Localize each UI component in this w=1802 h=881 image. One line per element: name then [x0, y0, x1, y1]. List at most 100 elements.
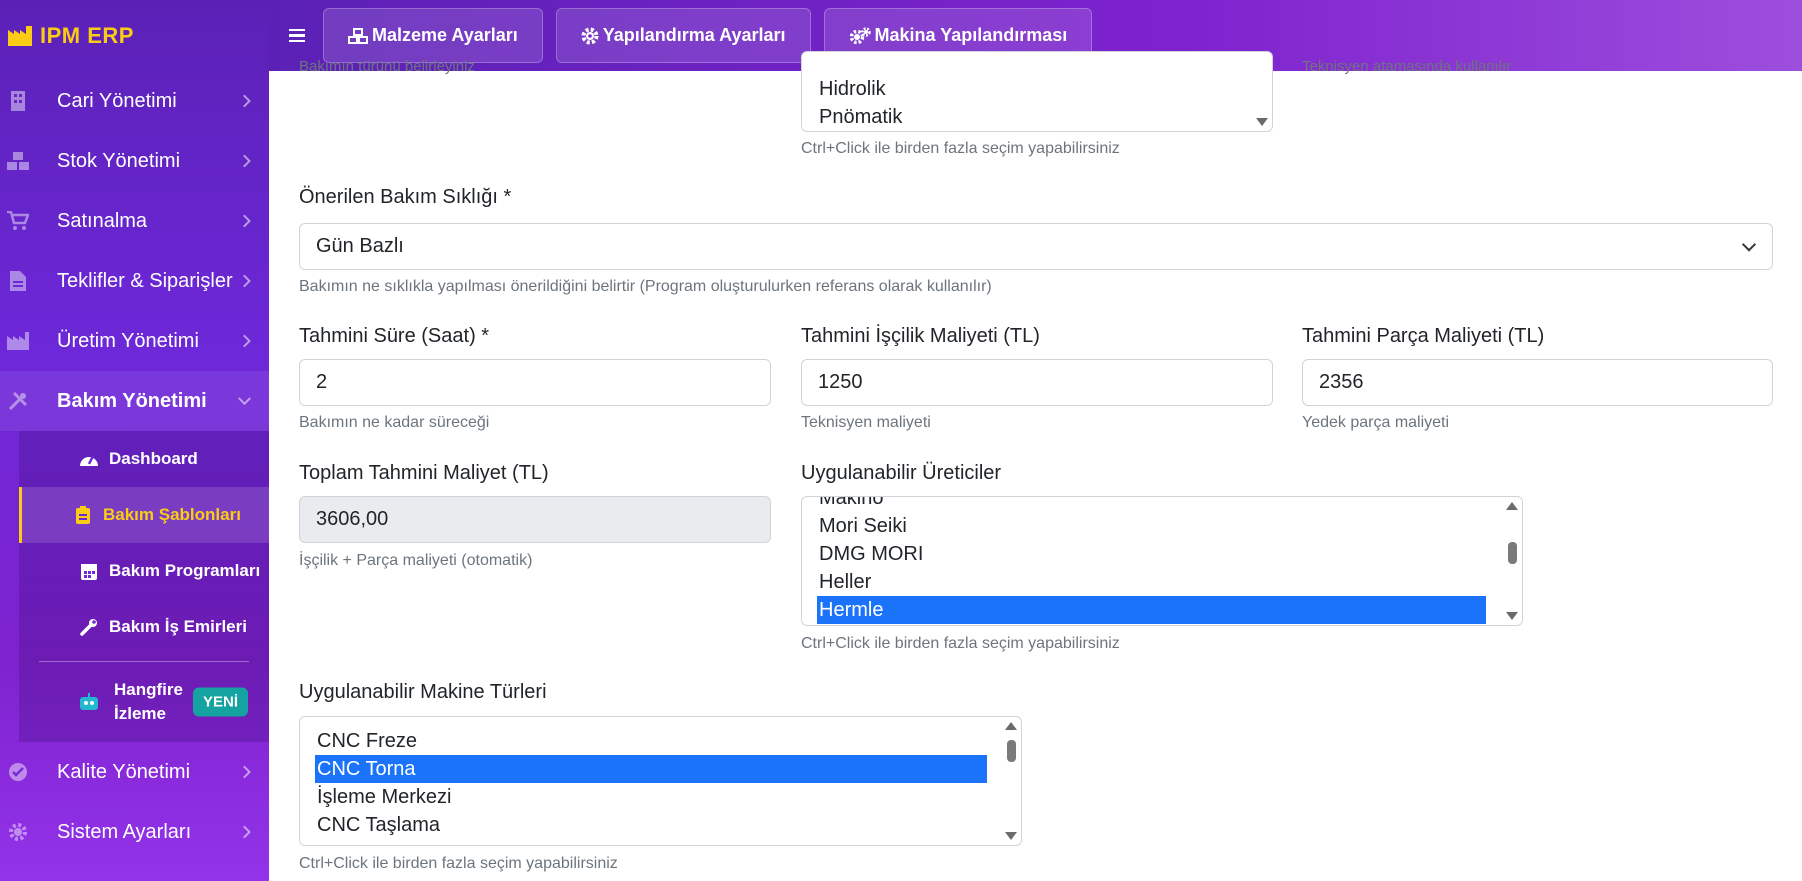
scroll-down-icon[interactable] — [1005, 832, 1017, 840]
listbox-option-selected[interactable]: Hermle — [817, 596, 1486, 624]
brand[interactable]: IPM ERP — [0, 0, 269, 71]
scroll-down-icon[interactable] — [1256, 118, 1268, 126]
iscilik-maliyeti-input[interactable]: 1250 — [801, 359, 1273, 406]
submenu-item-hangfire[interactable]: Hangfire İzleme YENİ — [19, 662, 269, 742]
listbox-option[interactable]: Mori Seiki — [817, 512, 1486, 540]
brand-name: IPM ERP — [40, 22, 134, 48]
sidebar-item-kalite[interactable]: Kalite Yönetimi — [0, 742, 269, 802]
tools-icon — [7, 390, 29, 412]
submenu-item-label: Bakım Şablonları — [103, 505, 241, 524]
makine-turleri-listbox[interactable]: CNC Freze CNC Torna İşleme Merkezi CNC T… — [299, 716, 1022, 846]
building-icon — [7, 90, 29, 112]
input-value: 2356 — [1319, 371, 1364, 393]
scroll-up-icon[interactable] — [1005, 722, 1017, 730]
listbox-option[interactable]: CNC Freze — [315, 727, 987, 755]
toplam-maliyet-help: İşçilik + Parça maliyeti (otomatik) — [299, 552, 533, 569]
sidebar: IPM ERP Cari Yönetimi Stok Yönetimi Satı… — [0, 0, 269, 881]
makine-turleri-label: Uygulanabilir Makine Türleri — [299, 681, 547, 703]
scroll-up-icon[interactable] — [1506, 502, 1518, 510]
sidebar-item-label: Teklifler & Siparişler — [57, 269, 233, 292]
sidebar-item-satinalma[interactable]: Satınalma — [0, 191, 269, 251]
bakim-turleri-help: Ctrl+Click ile birden fazla seçim yapabi… — [801, 140, 1120, 157]
scroll-down-icon[interactable] — [1506, 612, 1518, 620]
chevron-down-icon — [238, 392, 251, 406]
sidebar-item-label: Satınalma — [57, 209, 148, 232]
bakim-sikligi-select[interactable]: Gün Bazlı — [299, 223, 1773, 270]
chevron-right-icon — [238, 765, 251, 779]
tahmini-sure-input[interactable]: 2 — [299, 359, 771, 406]
listbox-option-selected[interactable]: CNC Torna — [315, 755, 987, 783]
sidebar-item-teklifler[interactable]: Teklifler & Siparişler — [0, 251, 269, 311]
button-label: Malzeme Ayarları — [372, 25, 518, 45]
new-badge: YENİ — [192, 687, 248, 717]
robot-icon — [78, 691, 100, 713]
parca-maliyeti-label: Tahmini Parça Maliyeti (TL) — [1302, 325, 1545, 347]
bakim-turleri-listbox[interactable]: Hidrolik Pnömatik — [801, 51, 1273, 132]
submenu-item-bakim-sablonlari[interactable]: Bakım Şablonları — [19, 487, 269, 543]
check-circle-icon — [7, 761, 29, 783]
clipboard-icon — [73, 505, 93, 525]
ureticiler-help: Ctrl+Click ile birden fazla seçim yapabi… — [801, 635, 1120, 652]
sidebar-item-label: Sistem Ayarları — [57, 820, 192, 843]
sidebar-item-sistem[interactable]: Sistem Ayarları — [0, 802, 269, 862]
chevron-right-icon — [238, 334, 251, 348]
listbox-option[interactable]: İşleme Merkezi — [315, 783, 987, 811]
chevron-right-icon — [238, 94, 251, 108]
button-label: Yapılandırma Ayarları — [602, 25, 786, 45]
submenu-item-bakim-programlari[interactable]: Bakım Programları — [19, 543, 269, 599]
toplam-maliyet-input: 3606,00 — [299, 496, 771, 543]
sidebar-item-uretim[interactable]: Üretim Yönetimi — [0, 311, 269, 371]
submenu-item-dashboard[interactable]: Dashboard — [19, 431, 269, 487]
iscilik-maliyeti-help: Teknisyen maliyeti — [801, 414, 931, 431]
cubes-icon — [348, 27, 368, 44]
teknisyen-help-cut: Teknisyen atamasında kullanılır — [1302, 58, 1512, 75]
bakim-sikligi-help: Bakımın ne sıklıkla yapılması önerildiği… — [299, 278, 992, 295]
bakim-sikligi-label: Önerilen Bakım Sıklığı * — [299, 186, 512, 208]
malzeme-ayarlari-button[interactable]: Malzeme Ayarları — [323, 8, 543, 63]
makine-turleri-help: Ctrl+Click ile birden fazla seçim yapabi… — [299, 855, 618, 872]
wrench-icon — [79, 617, 99, 637]
iscilik-maliyeti-label: Tahmini İşçilik Maliyeti (TL) — [801, 325, 1040, 347]
listbox-option[interactable]: Heller — [817, 568, 1486, 596]
button-label: Makina Yapılandırması — [874, 25, 1068, 45]
select-value: Gün Bazlı — [316, 235, 404, 257]
listbox-option[interactable]: Pnömatik — [817, 103, 902, 131]
hamburger-menu-icon[interactable] — [279, 28, 315, 43]
chevron-right-icon — [238, 214, 251, 228]
chevron-right-icon — [238, 825, 251, 839]
yapilandirma-ayarlari-button[interactable]: Yapılandırma Ayarları — [555, 8, 811, 63]
listbox-option[interactable]: Hidrolik — [817, 75, 886, 103]
chevron-right-icon — [238, 154, 251, 168]
scrollbar-thumb[interactable] — [1007, 740, 1016, 762]
sidebar-item-stok[interactable]: Stok Yönetimi — [0, 131, 269, 191]
submenu-item-label: Dashboard — [109, 449, 198, 468]
bakim-turu-help-cut: Bakımın türünü belirleyiniz — [299, 58, 475, 75]
parca-maliyeti-help: Yedek parça maliyeti — [1302, 414, 1450, 431]
file-invoice-icon — [7, 270, 29, 292]
sidebar-item-cari[interactable]: Cari Yönetimi — [0, 71, 269, 131]
gear-icon — [581, 27, 599, 44]
cart-icon — [7, 210, 29, 232]
parca-maliyeti-input[interactable]: 2356 — [1302, 359, 1773, 406]
sidebar-item-label: Stok Yönetimi — [57, 149, 181, 172]
listbox-option[interactable]: Makino — [817, 497, 1486, 512]
industry-icon — [7, 330, 29, 352]
boxes-icon — [7, 150, 29, 172]
calendar-icon — [79, 561, 99, 581]
input-value: 3606,00 — [316, 508, 389, 530]
ureticiler-label: Uygulanabilir Üreticiler — [801, 462, 1002, 484]
gears-icon — [849, 26, 871, 44]
listbox-option[interactable]: DMG MORI — [817, 540, 1486, 568]
submenu-item-bakim-is-emirleri[interactable]: Bakım İş Emirleri — [19, 599, 269, 655]
sidebar-item-label: Bakım Yönetimi — [57, 389, 207, 412]
sidebar-item-label: Üretim Yönetimi — [57, 329, 199, 352]
toplam-maliyet-label: Toplam Tahmini Maliyet (TL) — [299, 462, 549, 484]
listbox-option[interactable]: CNC Taşlama — [315, 811, 987, 839]
bakim-submenu: Dashboard Bakım Şablonları Bakım Program… — [19, 431, 269, 742]
sidebar-item-label: Cari Yönetimi — [57, 89, 177, 112]
ureticiler-listbox[interactable]: Makino Mori Seiki DMG MORI Heller Hermle — [801, 496, 1523, 626]
sidebar-item-bakim[interactable]: Bakım Yönetimi — [0, 371, 269, 431]
main-content: Bakımın türünü belirleyiniz Teknisyen at… — [269, 51, 1802, 881]
scrollbar-thumb[interactable] — [1508, 542, 1517, 564]
tahmini-sure-label: Tahmini Süre (Saat) * — [299, 325, 490, 347]
